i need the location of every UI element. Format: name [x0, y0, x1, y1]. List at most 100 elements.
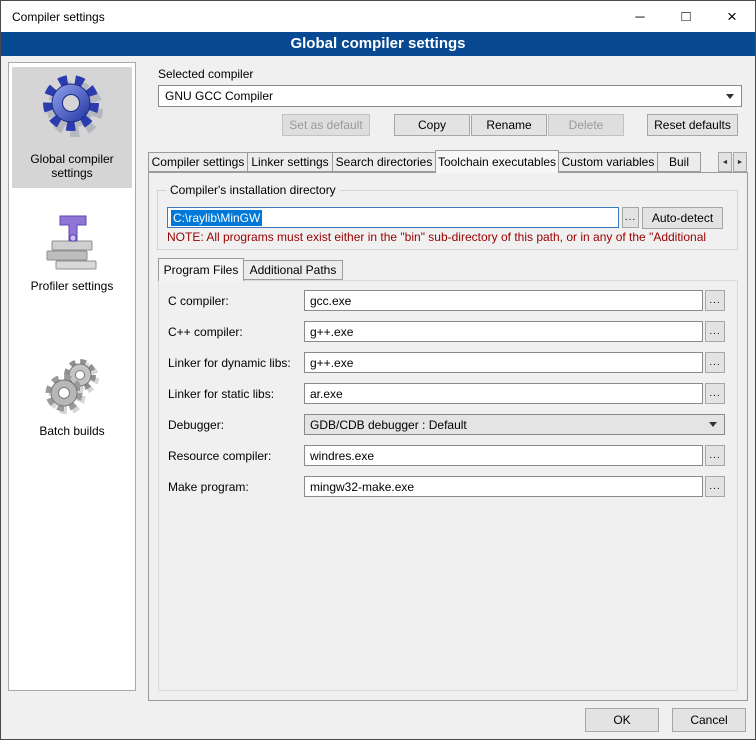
arrow-left-icon: ◄	[722, 159, 729, 166]
static-linker-label: Linker for static libs:	[168, 387, 304, 401]
button-label: OK	[613, 713, 630, 727]
tab-search-directories[interactable]: Search directories	[332, 152, 436, 172]
delete-button: Delete	[548, 114, 624, 136]
tab-build-truncated[interactable]: Buil	[657, 152, 701, 172]
static-linker-input[interactable]: ar.exe	[304, 383, 703, 404]
tab-label: Toolchain executables	[438, 155, 556, 169]
resource-compiler-value: windres.exe	[310, 449, 374, 463]
dynamic-linker-value: g++.exe	[310, 356, 353, 370]
window-controls: ─ □ ×	[617, 1, 755, 32]
tab-additional-paths[interactable]: Additional Paths	[243, 260, 343, 280]
browse-ellipsis-icon: ...	[625, 212, 636, 223]
browse-ellipsis-icon: ...	[709, 481, 720, 492]
blue-gear-icon	[36, 73, 108, 145]
browse-ellipsis-icon: ...	[709, 295, 720, 306]
sidebar-item-global-compiler-settings[interactable]: Global compiler settings	[12, 67, 132, 188]
sidebar-item-label: Global compiler settings	[14, 152, 130, 180]
set-as-default-button: Set as default	[282, 114, 370, 136]
installation-directory-input[interactable]: C:\raylib\MinGW	[167, 207, 619, 228]
resource-compiler-browse-button[interactable]: ...	[705, 445, 725, 466]
selected-compiler-dropdown[interactable]: GNU GCC Compiler	[158, 85, 742, 107]
c-compiler-value: gcc.exe	[310, 294, 351, 308]
browse-ellipsis-icon: ...	[709, 388, 720, 399]
c-compiler-browse-button[interactable]: ...	[705, 290, 725, 311]
sidebar-item-profiler-settings[interactable]: Profiler settings	[12, 202, 132, 301]
copy-button[interactable]: Copy	[394, 114, 470, 136]
static-linker-value: ar.exe	[310, 387, 343, 401]
tab-compiler-settings[interactable]: Compiler settings	[148, 152, 248, 172]
auto-detect-button[interactable]: Auto-detect	[642, 207, 723, 229]
debugger-label: Debugger:	[168, 418, 304, 432]
dynamic-linker-input[interactable]: g++.exe	[304, 352, 703, 373]
button-label: Auto-detect	[652, 211, 713, 225]
cpp-compiler-input[interactable]: g++.exe	[304, 321, 703, 342]
debugger-value: GDB/CDB debugger : Default	[310, 418, 467, 432]
make-program-browse-button[interactable]: ...	[705, 476, 725, 497]
button-label: Reset defaults	[654, 118, 731, 132]
dynamic-linker-browse-button[interactable]: ...	[705, 352, 725, 373]
rename-button[interactable]: Rename	[471, 114, 547, 136]
tab-label: Program Files	[164, 263, 239, 277]
compiler-settings-window: Compiler settings ─ □ × Global compiler …	[0, 0, 756, 740]
browse-ellipsis-icon: ...	[709, 450, 720, 461]
tab-label: Linker settings	[251, 155, 328, 169]
dialog-title: Global compiler settings	[290, 35, 465, 52]
cpp-compiler-browse-button[interactable]: ...	[705, 321, 725, 342]
tab-label: Compiler settings	[152, 155, 245, 169]
browse-ellipsis-icon: ...	[709, 326, 720, 337]
button-label: Cancel	[690, 713, 727, 727]
close-button[interactable]: ×	[709, 1, 755, 32]
tab-label: Search directories	[336, 155, 433, 169]
button-label: Rename	[486, 118, 531, 132]
profiler-tool-icon	[40, 208, 104, 272]
minimize-icon: ─	[635, 9, 644, 24]
tab-scroll-left-button[interactable]: ◄	[718, 152, 732, 172]
reset-defaults-button[interactable]: Reset defaults	[647, 114, 738, 136]
browse-ellipsis-icon: ...	[709, 357, 720, 368]
tab-scroll-right-button[interactable]: ►	[733, 152, 747, 172]
make-program-label: Make program:	[168, 480, 304, 494]
dynamic-linker-label: Linker for dynamic libs:	[168, 356, 304, 370]
installation-directory-label: Compiler's installation directory	[166, 183, 340, 197]
installation-directory-browse-button[interactable]: ...	[622, 207, 639, 228]
tab-label: Custom variables	[562, 155, 655, 169]
ok-button[interactable]: OK	[585, 708, 659, 732]
cpp-compiler-label: C++ compiler:	[168, 325, 304, 339]
cancel-button[interactable]: Cancel	[672, 708, 746, 732]
arrow-right-icon: ►	[737, 159, 744, 166]
tab-linker-settings[interactable]: Linker settings	[247, 152, 333, 172]
button-label: Set as default	[289, 118, 362, 132]
chevron-down-icon	[709, 422, 717, 427]
tab-label: Buil	[669, 155, 689, 169]
sidebar-item-label: Batch builds	[39, 424, 104, 438]
resource-compiler-input[interactable]: windres.exe	[304, 445, 703, 466]
debugger-select[interactable]: GDB/CDB debugger : Default	[304, 414, 725, 435]
make-program-input[interactable]: mingw32-make.exe	[304, 476, 703, 497]
c-compiler-label: C compiler:	[168, 294, 304, 308]
make-program-value: mingw32-make.exe	[310, 480, 414, 494]
maximize-icon: □	[681, 8, 690, 25]
chevron-down-icon	[726, 94, 734, 99]
tab-custom-variables[interactable]: Custom variables	[558, 152, 658, 172]
sidebar-item-label: Profiler settings	[31, 279, 114, 293]
resource-compiler-label: Resource compiler:	[168, 449, 304, 463]
tab-program-files[interactable]: Program Files	[158, 258, 244, 281]
close-icon: ×	[727, 7, 737, 27]
window-title: Compiler settings	[1, 10, 105, 24]
sidebar-item-batch-builds[interactable]: Batch builds	[12, 347, 132, 446]
selected-compiler-label: Selected compiler	[158, 67, 253, 81]
button-label: Copy	[418, 118, 446, 132]
installation-directory-value: C:\raylib\MinGW	[171, 210, 262, 226]
static-linker-browse-button[interactable]: ...	[705, 383, 725, 404]
selected-compiler-value: GNU GCC Compiler	[165, 89, 273, 103]
tab-toolchain-executables[interactable]: Toolchain executables	[435, 150, 559, 173]
maximize-button[interactable]: □	[663, 1, 709, 32]
button-label: Delete	[569, 118, 604, 132]
cpp-compiler-value: g++.exe	[310, 325, 353, 339]
tab-label: Additional Paths	[250, 263, 337, 277]
minimize-button[interactable]: ─	[617, 1, 663, 32]
c-compiler-input[interactable]: gcc.exe	[304, 290, 703, 311]
gray-gears-icon	[40, 353, 104, 417]
titlebar[interactable]: Compiler settings ─ □ ×	[1, 1, 755, 32]
dialog-header: Global compiler settings	[1, 32, 755, 56]
